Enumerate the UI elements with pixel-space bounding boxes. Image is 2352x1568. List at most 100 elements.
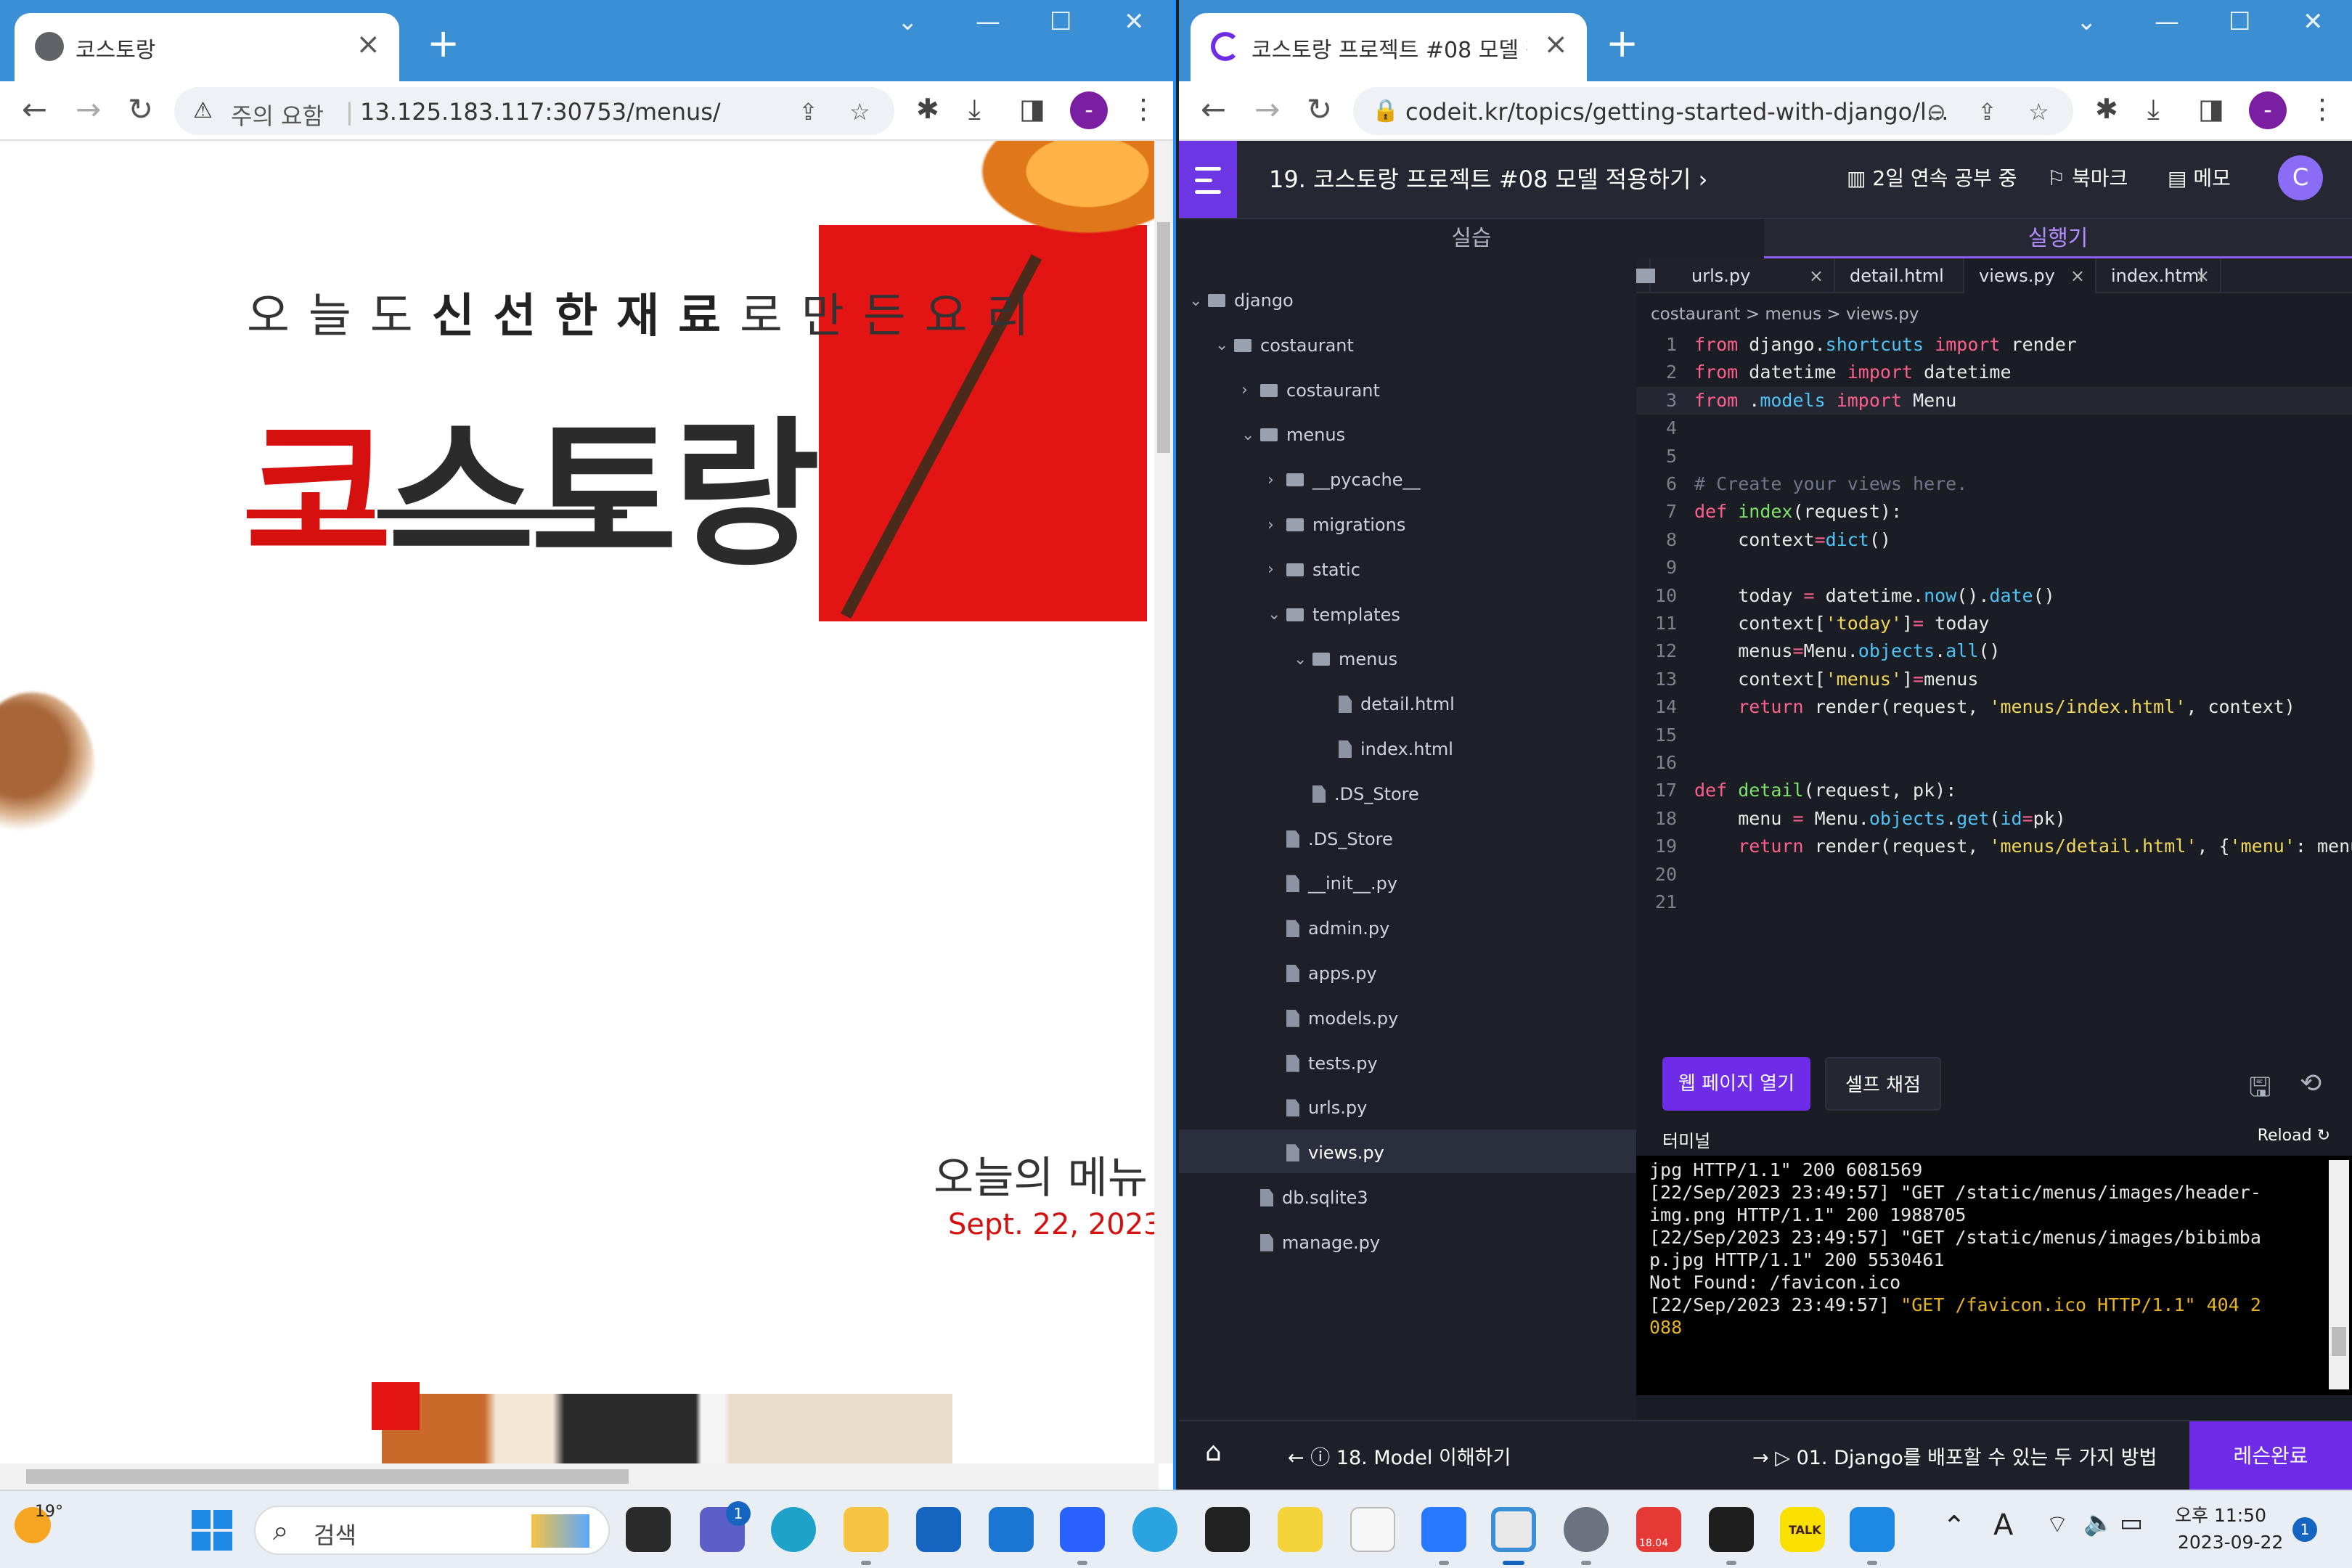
wezterm-icon[interactable] xyxy=(1421,1507,1466,1552)
side-panel-icon[interactable]: ◨ xyxy=(1019,93,1045,125)
mail-icon[interactable] xyxy=(989,1507,1034,1552)
tab-practice[interactable]: 실습 xyxy=(1179,219,1764,258)
tree-item[interactable]: detail.html xyxy=(1320,694,1455,714)
scrollbar-thumb[interactable] xyxy=(2332,1327,2346,1356)
code-line[interactable]: 3 from .models import Menu xyxy=(1636,386,2352,415)
weather-temp[interactable]: 19° xyxy=(35,1503,63,1521)
code-line[interactable]: 8 context=dict() xyxy=(1636,526,2352,554)
history-icon[interactable]: ⟲ xyxy=(2300,1069,2322,1098)
extensions-icon[interactable]: ✱ xyxy=(916,93,939,125)
memo-button[interactable]: ▤ 메모 xyxy=(2168,163,2231,192)
back-button[interactable]: ← xyxy=(22,91,47,127)
streak-indicator[interactable]: ▥ 2일 연속 공부 중 xyxy=(1847,163,2017,192)
tree-item[interactable]: ⌄ menus xyxy=(1294,649,1397,669)
tree-item[interactable]: tests.py xyxy=(1267,1053,1378,1074)
tree-item[interactable]: ⌄ costaurant xyxy=(1215,335,1354,356)
battery-icon[interactable]: ▭ xyxy=(2120,1508,2143,1538)
bookmark-button[interactable]: ⚐ 북마크 xyxy=(2047,163,2128,192)
address-bar[interactable]: 🔒 codeit.kr/topics/getting-started-with-… xyxy=(1353,87,2073,135)
tree-item[interactable]: › static xyxy=(1267,560,1360,580)
self-grade-button[interactable]: 셀프 채점 xyxy=(1825,1057,1941,1111)
user-avatar[interactable]: C xyxy=(2278,155,2323,200)
code-line[interactable]: 19 return render(request, 'menus/detail.… xyxy=(1636,833,2352,860)
download-icon[interactable]: ⤓ xyxy=(2147,93,2160,126)
code-line[interactable]: 9 xyxy=(1636,554,2352,581)
code-line[interactable]: 16 xyxy=(1636,749,2352,777)
terminal-scrollbar[interactable] xyxy=(2329,1160,2349,1389)
code-line[interactable]: 18 menu = Menu.objects.get(id=pk) xyxy=(1636,805,2352,833)
clock-date[interactable]: 2023-09-22 xyxy=(2178,1532,2283,1553)
profile-avatar[interactable]: - xyxy=(2249,91,2287,129)
tree-item[interactable]: admin.py xyxy=(1267,918,1389,939)
file-tab-index[interactable]: index.html × xyxy=(2096,258,2221,293)
new-tab-button[interactable]: + xyxy=(1606,20,1638,66)
tab-search-icon[interactable]: ⌄ xyxy=(2076,7,2097,36)
code-line[interactable]: 15 xyxy=(1636,722,2352,749)
chrome-icon[interactable] xyxy=(1491,1507,1536,1552)
tree-item[interactable]: ⌄ menus xyxy=(1241,425,1345,445)
profile-avatar[interactable]: - xyxy=(1070,91,1108,129)
security-label[interactable]: 주의 요함 xyxy=(231,98,324,131)
tree-item[interactable]: __init__.py xyxy=(1267,873,1397,894)
download-icon[interactable]: ⤓ xyxy=(968,93,981,126)
inkscape-icon[interactable] xyxy=(1205,1507,1250,1552)
tree-item[interactable]: .DS_Store xyxy=(1294,784,1419,804)
menu-hamburger-icon[interactable] xyxy=(1179,141,1237,218)
back-button[interactable]: ← xyxy=(1201,91,1226,127)
tree-item[interactable]: models.py xyxy=(1267,1008,1398,1029)
lesson-complete-button[interactable]: 레슨완료 xyxy=(2189,1421,2352,1490)
tree-item[interactable]: manage.py xyxy=(1241,1233,1380,1253)
calendar-app-icon[interactable]: 18.04 xyxy=(1636,1507,1681,1552)
file-explorer-icon[interactable] xyxy=(844,1507,889,1552)
code-line[interactable]: 13 context['menus']=menus xyxy=(1636,666,2352,693)
forward-button[interactable]: → xyxy=(75,91,101,127)
microsoft-store-icon[interactable] xyxy=(916,1507,961,1552)
ime-icon[interactable]: A xyxy=(1993,1508,2013,1542)
menu-kebab-icon[interactable]: ⋮ xyxy=(2308,93,2336,125)
code-line[interactable]: 4 xyxy=(1636,415,2352,442)
code-line[interactable]: 10 today = datetime.now().date() xyxy=(1636,582,2352,610)
code-line[interactable]: 17 def detail(request, pk): xyxy=(1636,777,2352,804)
close-window-button[interactable]: ✕ xyxy=(1124,7,1145,36)
clock-time[interactable]: 오후 11:50 xyxy=(2175,1501,2266,1527)
close-window-button[interactable]: ✕ xyxy=(2303,7,2324,36)
tree-item[interactable]: › __pycache__ xyxy=(1267,470,1421,490)
kakaotalk-icon[interactable]: TALK xyxy=(1780,1507,1825,1552)
tree-item[interactable]: apps.py xyxy=(1267,963,1377,984)
address-bar[interactable]: ⚠ 주의 요함 | 13.125.183.117:30753/menus/ ⇪ … xyxy=(174,87,894,135)
close-icon[interactable]: × xyxy=(2070,258,2085,293)
tree-item[interactable]: ⌄ django xyxy=(1189,290,1294,311)
code-line[interactable]: 1 from django.shortcuts import render xyxy=(1636,331,2352,359)
extensions-icon[interactable]: ✱ xyxy=(2095,93,2118,125)
home-icon[interactable]: ⌂ xyxy=(1205,1437,1222,1467)
code-line[interactable]: 11 context['today']= today xyxy=(1636,610,2352,637)
code-line[interactable]: 7 def index(request): xyxy=(1636,498,2352,526)
terminal-output[interactable]: jpg HTTP/1.1" 200 6081569 [22/Sep/2023 23… xyxy=(1636,1156,2352,1395)
share-icon[interactable]: ⇪ xyxy=(1977,98,1997,126)
close-icon[interactable]: × xyxy=(2195,258,2210,293)
code-line[interactable]: 21 xyxy=(1636,889,2352,916)
star-icon[interactable]: ☆ xyxy=(849,98,870,126)
code-line[interactable]: 20 xyxy=(1636,861,2352,889)
task-view-icon[interactable] xyxy=(626,1507,671,1552)
close-icon[interactable]: × xyxy=(1809,258,1824,293)
wifi-icon[interactable]: ⌔ xyxy=(2046,1508,2069,1540)
code-line[interactable]: 12 menus=Menu.objects.all() xyxy=(1636,637,2352,665)
tree-item[interactable]: db.sqlite3 xyxy=(1241,1188,1368,1208)
reload-button[interactable]: ↻ xyxy=(128,91,153,127)
tree-item[interactable]: .DS_Store xyxy=(1267,829,1393,849)
tree-item[interactable]: views.py xyxy=(1267,1143,1384,1163)
tree-item[interactable]: urls.py xyxy=(1267,1098,1367,1118)
forward-button[interactable]: → xyxy=(1254,91,1280,127)
minimize-button[interactable]: — xyxy=(976,7,1000,36)
close-tab-icon[interactable]: × xyxy=(356,28,380,61)
notification-badge[interactable]: 1 xyxy=(2292,1517,2317,1542)
taskbar-search[interactable]: ⌕ 검색 xyxy=(254,1506,610,1555)
next-lesson-link[interactable]: → ▷ 01. Django를 배포할 수 있는 두 가지 방법 xyxy=(1752,1442,2157,1470)
open-webpage-button[interactable]: 웹 페이지 열기 xyxy=(1662,1057,1810,1111)
zoom-icon[interactable]: ⊖ xyxy=(1927,98,1946,126)
settings-gear-icon[interactable] xyxy=(1564,1507,1609,1552)
volume-icon[interactable]: 🔈 xyxy=(2083,1508,2114,1538)
edge-icon[interactable] xyxy=(771,1507,816,1552)
vertical-scrollbar[interactable] xyxy=(1154,141,1173,1463)
